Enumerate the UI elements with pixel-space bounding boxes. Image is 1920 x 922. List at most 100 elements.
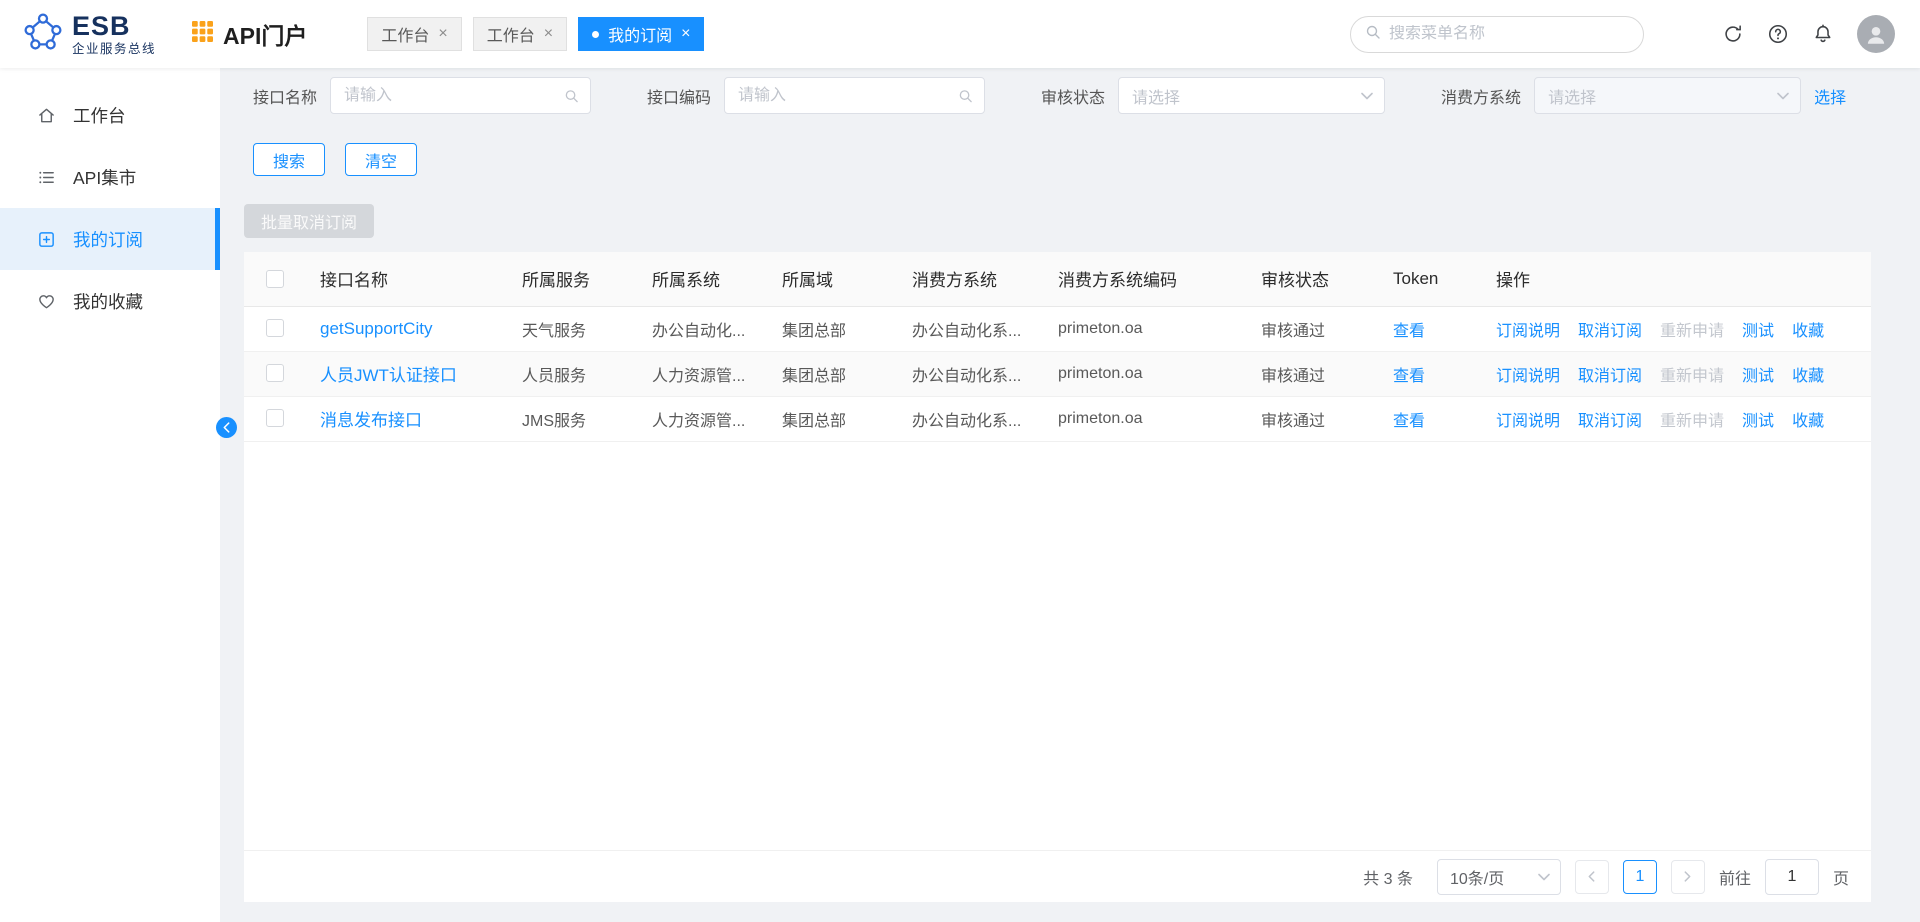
menu-search-input[interactable] [1389,25,1629,43]
subscription-info-link[interactable]: 订阅说明 [1496,368,1560,385]
reapply-link: 重新申请 [1660,413,1724,430]
interface-name-link[interactable]: 人员JWT认证接口 [320,366,457,385]
goto-page-input[interactable] [1765,859,1819,895]
consumer-system-choose-link[interactable]: 选择 [1814,84,1846,108]
close-icon[interactable]: × [438,26,447,42]
goto-label: 前往 [1719,865,1751,889]
col-actions: 操作 [1481,252,1871,306]
search-button[interactable]: 搜索 [253,143,325,176]
search-icon [1365,24,1381,45]
favorite-link[interactable]: 收藏 [1792,323,1824,340]
sidebar-item-label: 工作台 [73,103,126,128]
col-consumer-code: 消费方系统编码 [1043,252,1246,306]
page-size-select[interactable]: 10条/页 [1437,859,1561,895]
tab-workbench-1[interactable]: 工作台 × [367,17,461,51]
tab-my-subscriptions[interactable]: 我的订阅 × [578,17,704,51]
test-link[interactable]: 测试 [1742,323,1774,340]
test-link[interactable]: 测试 [1742,413,1774,430]
filter-interface-code: 接口编码 [647,77,985,114]
favorite-link[interactable]: 收藏 [1792,368,1824,385]
header-icon-group [1722,15,1895,53]
cell-system: 办公自动化... [637,306,767,351]
tab-label: 我的订阅 [608,22,672,46]
close-icon[interactable]: × [681,26,690,42]
unsubscribe-link[interactable]: 取消订阅 [1578,413,1642,430]
logo-title: ESB [72,12,156,40]
reapply-link: 重新申请 [1660,368,1724,385]
main-content: 接口名称 接口编码 审核状态 请选择 [220,68,1920,922]
batch-unsubscribe-button[interactable]: 批量取消订阅 [244,204,374,238]
chevron-right-icon [1684,871,1691,882]
row-checkbox[interactable] [266,319,284,337]
sidebar-item-api-market[interactable]: API集市 [0,146,220,208]
chevron-left-icon [1588,871,1595,882]
unsubscribe-link[interactable]: 取消订阅 [1578,368,1642,385]
favorite-link[interactable]: 收藏 [1792,413,1824,430]
home-icon [37,106,56,125]
audit-status-select[interactable]: 请选择 [1118,77,1385,114]
next-page-button[interactable] [1671,860,1705,894]
logo-subtitle: 企业服务总线 [72,43,156,56]
tab-workbench-2[interactable]: 工作台 × [473,17,567,51]
cell-status: 审核通过 [1246,306,1378,351]
col-interface-name: 接口名称 [305,252,507,306]
subscribe-icon [37,230,56,249]
cell-consumer-code: primeton.oa [1043,396,1246,441]
tab-label: 工作台 [381,22,429,46]
interface-code-input[interactable] [724,77,985,114]
table-row: getSupportCity 天气服务 办公自动化... 集团总部 办公自动化系… [244,306,1871,351]
menu-search [1350,16,1644,53]
cell-system: 人力资源管... [637,396,767,441]
cell-domain: 集团总部 [767,351,897,396]
sidebar-item-workbench[interactable]: 工作台 [0,84,220,146]
sidebar-item-label: 我的订阅 [73,227,143,252]
cell-service: 天气服务 [507,306,637,351]
cell-status: 审核通过 [1246,351,1378,396]
page-number-button[interactable]: 1 [1623,860,1657,894]
subscription-info-link[interactable]: 订阅说明 [1496,323,1560,340]
close-icon[interactable]: × [544,26,553,42]
clear-button[interactable]: 清空 [345,143,417,176]
token-view-link[interactable]: 查看 [1393,413,1425,430]
table-row: 人员JWT认证接口 人员服务 人力资源管... 集团总部 办公自动化系... p… [244,351,1871,396]
search-icon [564,88,579,103]
user-avatar[interactable] [1857,15,1895,53]
sidebar-item-label: 我的收藏 [73,289,143,314]
interface-name-link[interactable]: 消息发布接口 [320,411,422,430]
token-view-link[interactable]: 查看 [1393,323,1425,340]
table-header-row: 接口名称 所属服务 所属系统 所属域 消费方系统 消费方系统编码 审核状态 To… [244,252,1871,306]
unsubscribe-link[interactable]: 取消订阅 [1578,323,1642,340]
row-checkbox[interactable] [266,409,284,427]
cell-service: JMS服务 [507,396,637,441]
bell-icon[interactable] [1812,23,1834,45]
sidebar-item-my-favorites[interactable]: 我的收藏 [0,270,220,332]
pagination-bar: 共 3 条 10条/页 1 前往 页 [244,850,1871,902]
table-empty-space [244,442,1871,851]
interface-name-input[interactable] [330,77,591,114]
select-all-checkbox[interactable] [266,270,284,288]
top-header: ESB 企业服务总线 API门户 工作台 × 工作台 × [0,0,1920,68]
refresh-icon[interactable] [1722,23,1744,45]
token-view-link[interactable]: 查看 [1393,368,1425,385]
filter-buttons: 搜索 清空 [253,143,1920,176]
portal-title: API门户 [223,17,307,51]
portal-title-block: API门户 [192,17,307,51]
interface-name-link[interactable]: getSupportCity [320,319,432,338]
filter-audit-status: 审核状态 请选择 [1041,77,1385,114]
field-label: 接口名称 [253,84,317,108]
field-label: 审核状态 [1041,84,1105,108]
cell-consumer-code: primeton.oa [1043,351,1246,396]
help-icon[interactable] [1767,23,1789,45]
cell-consumer-code: primeton.oa [1043,306,1246,351]
subscription-info-link[interactable]: 订阅说明 [1496,413,1560,430]
prev-page-button[interactable] [1575,860,1609,894]
app-root: ESB 企业服务总线 API门户 工作台 × 工作台 × [0,0,1920,922]
chevron-down-icon [1538,873,1550,881]
reapply-link: 重新申请 [1660,323,1724,340]
search-icon [958,88,973,103]
field-label: 消费方系统 [1441,84,1521,108]
row-checkbox[interactable] [266,364,284,382]
sidebar-collapse-button[interactable] [216,417,237,438]
sidebar-item-my-subscriptions[interactable]: 我的订阅 [0,208,220,270]
test-link[interactable]: 测试 [1742,368,1774,385]
